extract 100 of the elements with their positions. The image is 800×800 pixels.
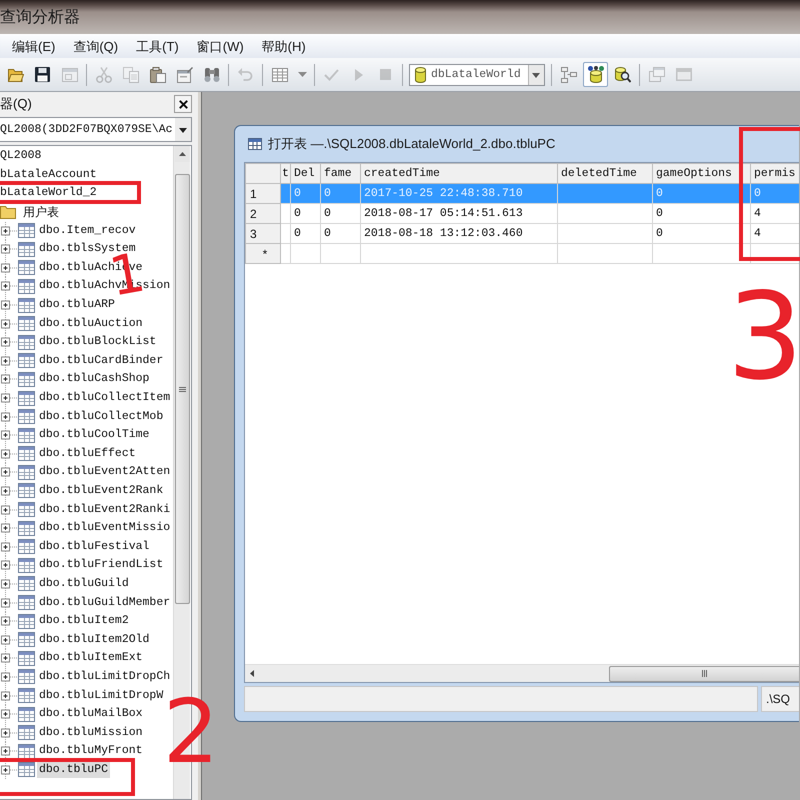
tree-item[interactable]: dbo.tbluCoolTime xyxy=(37,427,152,444)
annotation-number: 3 xyxy=(727,278,800,398)
checkmark-icon xyxy=(324,68,339,80)
status-text: .\SQ xyxy=(761,686,799,712)
table-icon xyxy=(18,762,35,778)
column-header[interactable]: Del xyxy=(290,164,320,184)
scrollbar-thumb[interactable] xyxy=(174,174,190,604)
database-icon xyxy=(588,66,604,83)
tree-item[interactable]: dbo.tbluMyFront xyxy=(37,743,145,760)
grip-icon xyxy=(702,670,707,677)
table-icon xyxy=(18,706,35,722)
toolbar-button[interactable] xyxy=(583,62,608,87)
tree-item[interactable]: dbo.tbluCollectMob xyxy=(37,408,166,425)
table-icon xyxy=(18,725,35,740)
window-title: 查询分析器 xyxy=(0,8,80,28)
tree-item[interactable]: dbo.tbluLimitDropW xyxy=(37,688,166,704)
tree-item[interactable]: bLataleWorld_2 xyxy=(0,185,99,202)
tree-item[interactable]: 用户表 xyxy=(21,204,61,220)
tree-item[interactable]: dbo.tbluMission xyxy=(37,724,145,741)
tree-item[interactable]: dbo.Item_recov xyxy=(37,222,138,239)
tree-item[interactable]: dbo.tbluEvent2Rank xyxy=(37,482,166,499)
table-icon xyxy=(18,260,35,276)
table-icon xyxy=(18,650,35,666)
column-header[interactable]: gameOptions xyxy=(652,164,750,184)
table-icon xyxy=(18,428,35,443)
server-combo[interactable]: QL2008(3DD2F07BQX079SE\Ac xyxy=(0,117,192,142)
tree-item[interactable]: dbo.tbluCollectItem xyxy=(37,390,172,406)
tree-item[interactable]: dbo.tbluItem2 xyxy=(37,613,131,630)
tree-item[interactable]: dbo.tbluBlockList xyxy=(37,334,158,350)
table-icon xyxy=(18,278,35,294)
table-icon xyxy=(18,446,35,462)
table-row[interactable]: 2 0 0 2018-08-17 05:14:51.613 0 4 xyxy=(246,204,799,224)
tree-item[interactable]: QL2008 xyxy=(0,148,44,164)
grid-icon xyxy=(272,68,288,82)
folder-icon xyxy=(0,204,16,220)
table-icon xyxy=(18,688,35,704)
close-button[interactable] xyxy=(174,95,192,113)
table-icon xyxy=(18,595,35,610)
horizontal-scrollbar[interactable] xyxy=(245,664,799,682)
table-icon xyxy=(18,520,35,536)
table-icon xyxy=(18,502,35,518)
tree-item[interactable]: dbo.tbluGuild xyxy=(37,576,131,592)
table-icon xyxy=(18,316,35,332)
table-icon xyxy=(18,223,35,238)
database-combo[interactable]: dbLataleWorld xyxy=(409,64,545,86)
table-icon xyxy=(18,409,35,424)
scrollbar-thumb[interactable] xyxy=(609,666,799,682)
caret-icon xyxy=(528,64,544,84)
tree-item[interactable]: dbo.tbluAuction xyxy=(37,316,145,332)
column-header[interactable]: fame xyxy=(320,164,360,184)
tree-item[interactable]: dbo.tbluGuildMember xyxy=(37,594,172,611)
row-header[interactable]: * xyxy=(246,244,280,264)
table-icon xyxy=(18,539,35,554)
tree-item[interactable]: dbo.tbluARP xyxy=(37,297,117,314)
menu-item[interactable]: 工具(T) xyxy=(136,38,179,56)
row-header[interactable]: 1 xyxy=(246,184,280,204)
tree-item[interactable]: dbo.tbluCashShop xyxy=(37,371,152,388)
menu-item[interactable]: 帮助(H) xyxy=(262,38,306,56)
tree-item[interactable]: dbo.tbluLimitDropCh xyxy=(37,668,172,685)
tree-item[interactable]: dbo.tbluFriendList xyxy=(37,557,166,574)
menu-item[interactable]: 编辑(E) xyxy=(12,38,56,56)
windows-icon xyxy=(648,67,664,82)
play-icon xyxy=(354,68,362,80)
tree-item[interactable]: dbo.tbluEffect xyxy=(37,446,138,462)
tree-item[interactable]: dbo.tbluMailBox xyxy=(37,706,145,722)
menu-item[interactable]: 窗口(W) xyxy=(196,38,244,56)
caret-icon xyxy=(175,118,191,141)
clipboard-icon xyxy=(150,66,166,82)
dialog-icon xyxy=(176,66,192,82)
database-search-icon xyxy=(614,66,630,82)
tree-item[interactable]: bLataleAccount xyxy=(0,166,99,183)
table-row[interactable]: 3 0 0 2018-08-18 13:12:03.460 0 4 xyxy=(246,224,799,244)
menu-item[interactable]: 查询(Q) xyxy=(73,38,118,56)
database-icon xyxy=(415,66,426,82)
tree-item[interactable]: dbo.tbluEventMissio xyxy=(37,520,172,536)
table-icon xyxy=(18,372,35,387)
tree-item[interactable]: dbo.tbluCardBinder xyxy=(37,352,166,369)
tree-item[interactable]: dbo.tbluFestival xyxy=(37,538,152,555)
tree-item[interactable]: dbo.tbluItemExt xyxy=(37,650,145,666)
scroll-left-icon xyxy=(250,670,254,677)
stop-icon xyxy=(380,69,391,80)
table-row[interactable]: 1 0 0 2017-10-25 22:48:38.710 0 0 xyxy=(246,184,799,204)
table-icon xyxy=(18,483,35,498)
row-header[interactable]: 2 xyxy=(246,204,280,224)
diagram-icon xyxy=(560,66,576,82)
table-icon xyxy=(18,242,35,257)
column-header[interactable]: permis xyxy=(750,164,799,184)
row-header[interactable]: 3 xyxy=(246,224,280,244)
tree-item[interactable]: dbo.tbluItem2Old xyxy=(37,632,152,648)
column-header[interactable]: createdTime xyxy=(360,164,558,184)
undo-icon xyxy=(238,68,253,81)
caret-icon xyxy=(298,72,306,77)
table-icon xyxy=(18,558,35,573)
panel-title: 器(Q) xyxy=(0,95,32,114)
table-icon xyxy=(18,576,35,592)
column-header[interactable]: t xyxy=(280,164,290,184)
column-header[interactable]: deletedTime xyxy=(558,164,652,184)
tree-item[interactable]: dbo.tbluPC xyxy=(37,762,110,778)
tree-item[interactable]: dbo.tbluEvent2Atten xyxy=(37,464,172,480)
tree-item[interactable]: dbo.tbluEvent2Ranki xyxy=(37,502,172,518)
